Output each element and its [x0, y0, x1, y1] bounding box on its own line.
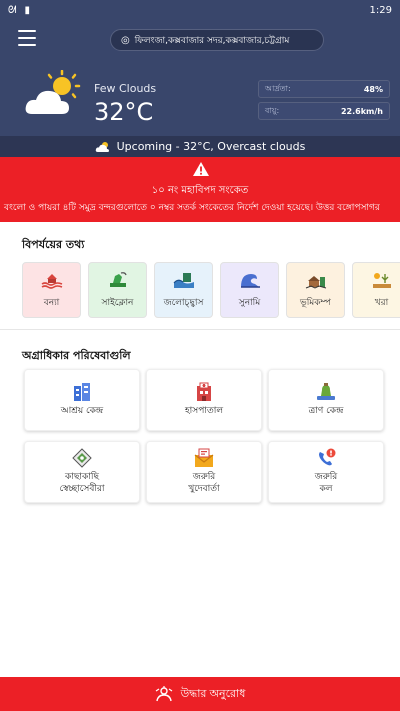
service-emergency-sms-button[interactable]: জরুরি খুদেবার্তা [146, 441, 262, 503]
weather-stats: আর্দ্রতা: 48% বায়ু: 22.6km/h [258, 80, 390, 124]
rescue-label: উদ্ধার অনুরোধ [180, 687, 246, 700]
disaster-card-earthquake[interactable]: ভূমিকম্প [286, 262, 345, 318]
warning-title: ১০ নং মহাবিপদ সংকেত [151, 185, 249, 196]
relief-center-icon [317, 383, 335, 401]
disaster-label: সুনামি [238, 297, 261, 308]
humidity-value: 48% [363, 84, 383, 94]
warning-icon [193, 162, 209, 176]
service-label: ত্রাণ কেন্দ্র [308, 406, 344, 417]
service-relief-center-button[interactable]: ত্রাণ কেন্দ্র [268, 369, 384, 431]
service-shelter-button[interactable]: আশ্রয় কেন্দ্র [24, 369, 140, 431]
emergency-call-icon [319, 448, 336, 466]
cloud-sun-icon [95, 141, 109, 152]
notification-icon: ᘛ [8, 4, 17, 16]
status-time: 1:29 [369, 4, 392, 16]
disaster-card-flood[interactable]: বন্যা [22, 262, 81, 318]
service-emergency-call-button[interactable]: জরুরি কল [268, 441, 384, 503]
flood-icon [41, 273, 62, 289]
warning-banner[interactable]: ১০ নং মহাবিপদ সংকেত বংলো ও পায়রা ৪টি সম… [0, 157, 400, 222]
disaster-label: খরা [374, 297, 389, 308]
service-hospital-button[interactable]: হাসপাতাল [146, 369, 262, 431]
weather-condition: Few Clouds [94, 82, 157, 95]
service-label: হাসপাতাল [184, 406, 224, 417]
upcoming-text: Upcoming - 32°C, Overcast clouds [116, 140, 306, 153]
service-label: কাছাকাছি স্বেচ্ছাসেবীরা [59, 472, 105, 494]
services-section-title: অগ্রাধিকার পরিষেবাগুলি [22, 349, 131, 362]
disaster-label: সাইক্লোন [101, 297, 134, 308]
volunteers-icon [72, 448, 92, 469]
warning-message: বংলো ও পায়রা ৪টি সমুদ্র বন্দরগুলোতে ০ ন… [4, 203, 380, 213]
wind-row: বায়ু: 22.6km/h [258, 102, 390, 120]
disaster-label: ভূমিকম্প [299, 297, 331, 308]
status-icons: ᘛ ▮ [8, 5, 30, 16]
section-divider [0, 329, 400, 330]
disaster-label: জলোচ্ছ্বাস [163, 297, 204, 308]
wind-value: 22.6km/h [340, 106, 383, 116]
disaster-card-tidal-surge[interactable]: জলোচ্ছ্বাস [154, 262, 213, 318]
humidity-label: আর্দ্রতা: [265, 83, 291, 93]
menu-button[interactable] [18, 30, 36, 46]
hospital-icon [197, 382, 211, 402]
rescue-request-button[interactable]: উদ্ধার অনুরোধ [0, 677, 400, 711]
disaster-card-tsunami[interactable]: সুনামি [220, 262, 279, 318]
drought-icon [372, 272, 391, 288]
temperature: 32°C [94, 98, 154, 126]
disaster-section-title: বিপর্যয়ের তথ্য [22, 238, 85, 251]
disaster-list: বন্যা সাইক্লোন জলোচ্ছ্বাস সুনামি ভূমিকম্… [22, 262, 400, 318]
tsunami-icon [240, 273, 260, 288]
emergency-sms-icon [194, 448, 214, 468]
partly-cloudy-icon [25, 70, 81, 114]
service-label: আশ্রয় কেন্দ্র [60, 406, 104, 417]
services-grid: আশ্রয় কেন্দ্র হাসপাতাল ত্রাণ কেন্দ্র কা… [24, 369, 392, 503]
signal-icon: ▮ [24, 4, 31, 16]
humidity-row: আর্দ্রতা: 48% [258, 80, 390, 98]
disaster-label: বন্যা [43, 297, 60, 308]
earthquake-icon [305, 275, 326, 289]
disaster-card-drought[interactable]: খরা [352, 262, 400, 318]
status-bar: ᘛ ▮ 1:29 [0, 0, 400, 20]
service-label: জরুরি কল [314, 472, 338, 494]
weather-header: ◎ ফিলংজা,কক্সবাজার সদর,কক্সবাজার,চট্টগ্র… [0, 20, 400, 136]
tidal-surge-icon [173, 272, 194, 288]
location-selector[interactable]: ◎ ফিলংজা,কক্সবাজার সদর,কক্সবাজার,চট্টগ্র… [110, 29, 324, 51]
upcoming-forecast[interactable]: Upcoming - 32°C, Overcast clouds [0, 136, 400, 157]
location-text: ফিলংজা,কক্সবাজার সদর,কক্সবাজার,চট্টগ্রাম [134, 35, 290, 46]
location-pin-icon: ◎ [121, 34, 130, 46]
shelter-icon [74, 383, 90, 402]
service-label: জরুরি খুদেবার্তা [188, 472, 220, 494]
cyclone-icon [109, 271, 127, 287]
menu-icon [18, 30, 36, 32]
rescue-icon [155, 686, 172, 702]
disaster-card-cyclone[interactable]: সাইক্লোন [88, 262, 147, 318]
service-volunteers-button[interactable]: কাছাকাছি স্বেচ্ছাসেবীরা [24, 441, 140, 503]
wind-label: বায়ু: [265, 105, 280, 115]
